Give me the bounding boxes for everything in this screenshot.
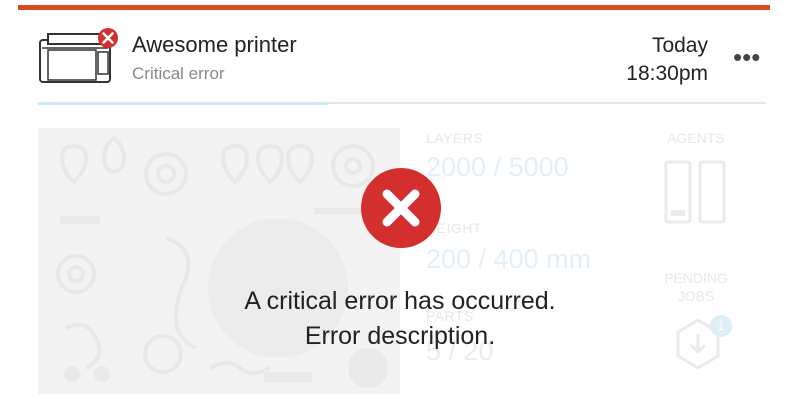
printer-icon — [39, 28, 118, 83]
error-message: A critical error has occurred. — [244, 287, 556, 315]
device-name: Awesome printer — [132, 32, 297, 57]
error-x-icon — [361, 168, 441, 248]
date-label: Today — [651, 34, 708, 57]
more-options-button[interactable]: ••• — [733, 44, 760, 70]
device-status: Critical error — [132, 64, 225, 83]
error-description: Error description. — [304, 322, 496, 350]
time-label: 18:30pm — [626, 62, 708, 85]
job-progress-bar — [38, 102, 328, 105]
error-badge-icon — [98, 28, 118, 48]
